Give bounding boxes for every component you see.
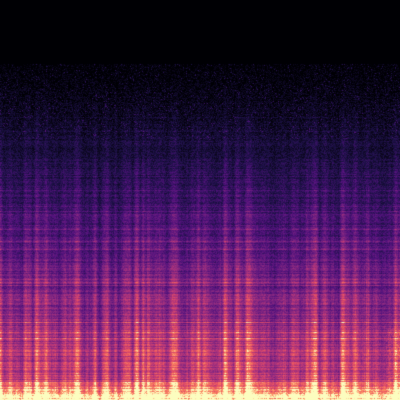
spectrogram-frame [0, 0, 400, 400]
spectrogram-image [0, 0, 400, 400]
